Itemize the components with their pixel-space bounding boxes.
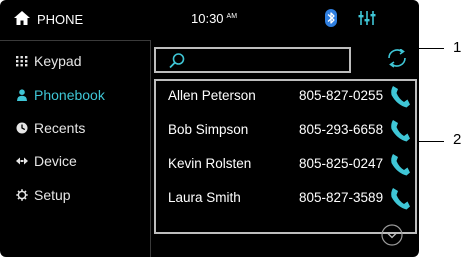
keypad-icon [16,56,28,67]
sidebar-item-label: Setup [34,187,71,203]
home-icon[interactable] [14,11,30,25]
device-connect-icon [16,157,28,165]
clock-time: 10:30 [191,11,224,26]
contact-phone: 805-293-6658 [299,122,384,137]
contact-name: Kevin Rolsten [168,156,252,171]
app-title: PHONE [37,12,84,27]
clock: 10:30 AM [191,11,237,26]
scroll-down-icon[interactable] [380,223,404,247]
callout-line-1 [352,48,444,49]
sidebar-item-label: Recents [34,120,86,136]
sidebar-item-keypad[interactable]: Keypad [16,50,81,72]
person-icon [17,89,27,101]
callout-number-2: 2 [453,131,462,148]
phone-icon[interactable] [389,152,411,176]
contact-name: Bob Simpson [168,122,249,137]
search-input[interactable] [154,47,351,73]
phone-screen: PHONE 10:30 AM Keypad Phonebook Recents … [0,0,419,257]
sidebar-item-label: Keypad [34,53,82,69]
callout-line-2 [417,141,444,142]
contact-name: Allen Peterson [168,88,256,103]
callout-number-1: 1 [453,39,462,56]
search-icon [169,53,185,69]
contact-row[interactable]: Allen Peterson 805-827-0255 [156,81,415,115]
status-bar: PHONE 10:30 AM [0,0,419,38]
clock-ampm: AM [226,12,238,20]
sidebar-item-recents[interactable]: Recents [16,117,85,139]
sidebar-item-label: Phonebook [34,87,105,103]
sidebar-border [150,40,151,257]
contact-phone: 805-827-3589 [299,190,384,205]
contact-phone: 805-827-0255 [299,88,384,103]
contact-phone: 805-825-0247 [299,156,384,171]
sidebar-item-device[interactable]: Device [16,150,77,172]
phone-icon[interactable] [389,186,411,210]
bluetooth-icon[interactable] [325,9,337,27]
phone-icon[interactable] [389,84,411,108]
contact-row[interactable]: Kevin Rolsten 805-825-0247 [156,149,415,183]
equalizer-icon[interactable] [358,10,376,26]
sidebar-divider [0,40,150,41]
sidebar-item-phonebook[interactable]: Phonebook [16,84,105,106]
contact-row[interactable]: Laura Smith 805-827-3589 [156,183,415,217]
contact-name: Laura Smith [168,190,241,205]
gear-icon [16,189,28,201]
sidebar-item-setup[interactable]: Setup [16,184,71,206]
contact-row[interactable]: Bob Simpson 805-293-6658 [156,115,415,149]
phone-icon[interactable] [389,118,411,142]
sidebar-item-label: Device [34,153,77,169]
contact-list: Allen Peterson 805-827-0255 Bob Simpson … [154,79,417,234]
history-icon [16,122,28,134]
